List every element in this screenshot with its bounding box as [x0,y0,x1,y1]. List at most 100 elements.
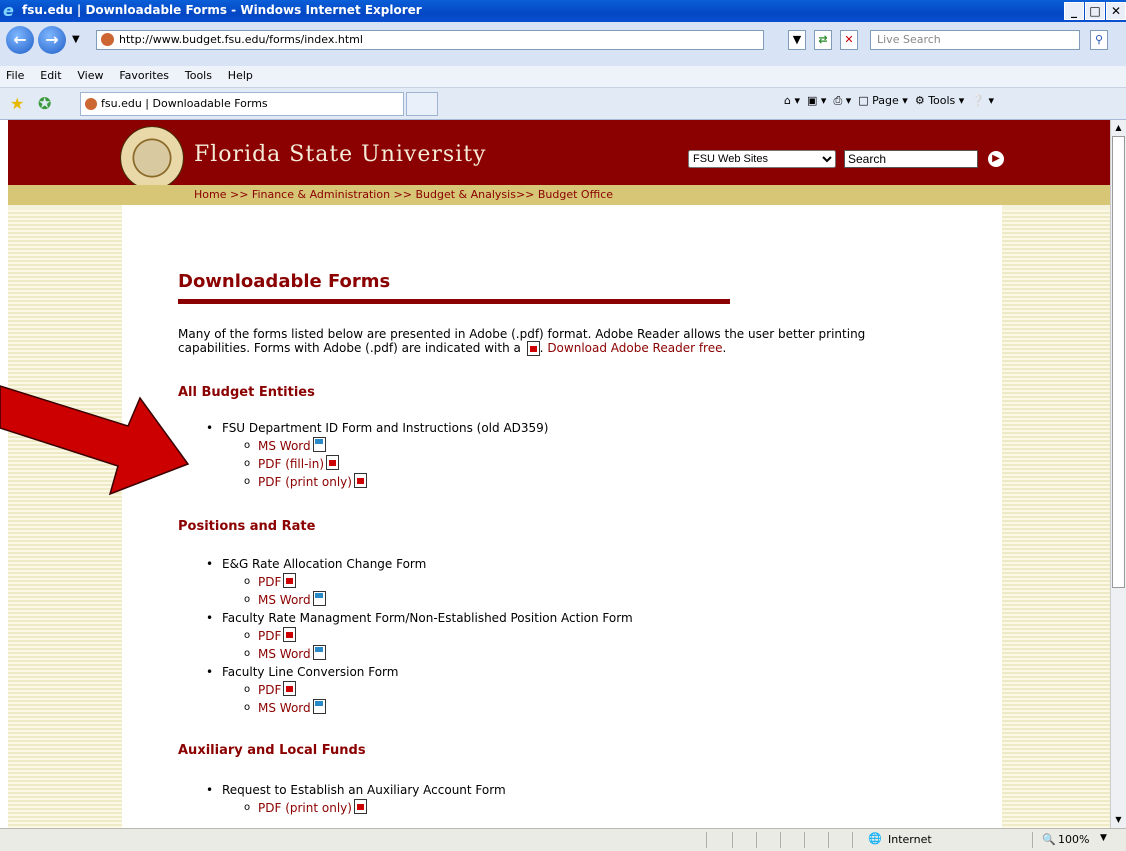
site-search-input[interactable]: Search [844,150,978,168]
search-go-icon[interactable]: ▶ [988,151,1004,167]
form-link[interactable]: MS Word [258,701,311,715]
menu-bar: File Edit View Favorites Tools Help [0,66,1126,88]
form-link[interactable]: MS Word [258,647,311,661]
zoom-icon[interactable]: 🔍 [1042,833,1056,846]
tab-bar: ★ ✪ fsu.edu | Downloadable Forms ⌂ ▾ ▣ ▾… [0,88,1126,120]
fsu-web-sites-select[interactable]: FSU Web Sites [688,150,836,168]
help-icon[interactable]: ❔ ▾ [971,94,994,107]
status-divider [1032,832,1033,848]
feeds-icon[interactable]: ▣ ▾ [807,94,826,107]
form-link[interactable]: PDF (fill-in) [258,457,324,471]
scroll-up-icon[interactable]: ▲ [1112,121,1125,135]
window-title: fsu.edu | Downloadable Forms - Windows I… [22,3,422,17]
address-dropdown-icon[interactable]: ▼ [788,30,806,50]
favorites-star-icon[interactable]: ★ [10,94,24,113]
section-heading: Positions and Rate [178,519,316,534]
form-link[interactable]: PDF (print only) [258,801,352,815]
section-list: Request to Establish an Auxiliary Accoun… [206,781,506,817]
pdf-icon [283,573,297,588]
menu-file[interactable]: File [0,66,30,85]
form-link-item: PDF (fill-in) [206,455,548,473]
back-button[interactable]: ← [6,26,34,54]
site-header: Florida State University FSU Web Sites S… [8,120,1110,190]
pdf-icon [326,455,340,470]
tab-label: fsu.edu | Downloadable Forms [101,97,268,110]
print-icon[interactable]: ⎙ ▾ [833,94,851,107]
form-link[interactable]: PDF [258,575,281,589]
live-search-input[interactable]: Live Search [870,30,1080,50]
form-link-item: MS Word [206,645,633,663]
menu-help[interactable]: Help [222,66,259,85]
left-margin-pattern [8,210,122,828]
pdf-icon [526,341,540,356]
word-icon [312,591,326,606]
add-favorites-icon[interactable]: ✪ [38,94,51,113]
refresh-icon[interactable]: ⇄ [814,30,832,50]
word-icon [312,437,326,452]
minimize-button[interactable]: _ [1064,2,1084,20]
stop-icon[interactable]: ✕ [840,30,858,50]
adobe-reader-link[interactable]: Download Adobe Reader free [547,341,722,355]
tab-active[interactable]: fsu.edu | Downloadable Forms [80,92,404,116]
form-link[interactable]: MS Word [258,439,311,453]
pdf-icon [353,473,367,488]
annotation-arrow-icon [0,385,190,496]
form-link[interactable]: MS Word [258,593,311,607]
title-rule [178,299,730,304]
form-link-item: PDF [206,573,633,591]
title-bar: e fsu.edu | Downloadable Forms - Windows… [0,0,1126,22]
address-field[interactable]: http://www.budget.fsu.edu/forms/index.ht… [96,30,764,50]
form-link-item: PDF (print only) [206,473,548,491]
word-icon [312,699,326,714]
tab-favicon-icon [85,98,97,110]
vertical-scrollbar[interactable]: ▲ ▼ [1110,120,1126,828]
address-toolbar: ← → ▼ http://www.budget.fsu.edu/forms/in… [0,22,1126,67]
list-item: Request to Establish an Auxiliary Accoun… [206,781,506,799]
search-icon[interactable]: ⚲ [1090,30,1108,50]
maximize-button[interactable]: □ [1085,2,1105,20]
form-link[interactable]: PDF (print only) [258,475,352,489]
pdf-icon [353,799,367,814]
right-margin-pattern [1002,210,1110,828]
main-content: Downloadable Forms Many of the forms lis… [122,205,1002,828]
status-divider [732,832,733,848]
page-menu[interactable]: □ Page ▾ [858,94,908,107]
tools-menu[interactable]: ⚙ Tools ▾ [915,94,965,107]
forward-button[interactable]: → [38,26,66,54]
new-tab-button[interactable] [406,92,438,116]
history-dropdown-icon[interactable]: ▼ [72,34,80,45]
menu-favorites[interactable]: Favorites [113,66,175,85]
form-link[interactable]: PDF [258,683,281,697]
internet-explorer-icon: e [3,1,14,20]
menu-tools[interactable]: Tools [179,66,218,85]
list-item: Faculty Rate Managment Form/Non-Establis… [206,609,633,627]
page-title: Downloadable Forms [178,271,391,292]
breadcrumb[interactable]: Home >> Finance & Administration >> Budg… [194,188,613,201]
zoom-dropdown-icon[interactable]: ▼ [1100,833,1107,843]
close-button[interactable]: ✕ [1106,2,1126,20]
zoom-level[interactable]: 100% [1058,833,1089,846]
intro-text: Many of the forms listed below are prese… [178,327,866,355]
pdf-icon [283,627,297,642]
scrollbar-thumb[interactable] [1112,136,1125,588]
breadcrumb-bar: Home >> Finance & Administration >> Budg… [8,185,1110,205]
home-icon[interactable]: ⌂ ▾ [784,94,800,107]
scroll-down-icon[interactable]: ▼ [1112,813,1125,827]
university-seal-icon [120,126,184,190]
status-divider [756,832,757,848]
url-text: http://www.budget.fsu.edu/forms/index.ht… [119,33,363,46]
form-link[interactable]: PDF [258,629,281,643]
list-item: Faculty Line Conversion Form [206,663,633,681]
form-link-item: PDF (print only) [206,799,506,817]
menu-view[interactable]: View [71,66,109,85]
form-link-item: MS Word [206,699,633,717]
pdf-icon [283,681,297,696]
menu-edit[interactable]: Edit [34,66,67,85]
section-heading: Auxiliary and Local Funds [178,743,366,758]
status-divider [706,832,707,848]
internet-zone-icon: 🌐 [868,832,882,845]
form-link-item: PDF [206,627,633,645]
intro-paragraph: Many of the forms listed below are prese… [178,327,866,356]
status-bar: 🌐 Internet 🔍 100% ▼ [0,828,1126,851]
university-name: Florida State University [194,142,487,167]
